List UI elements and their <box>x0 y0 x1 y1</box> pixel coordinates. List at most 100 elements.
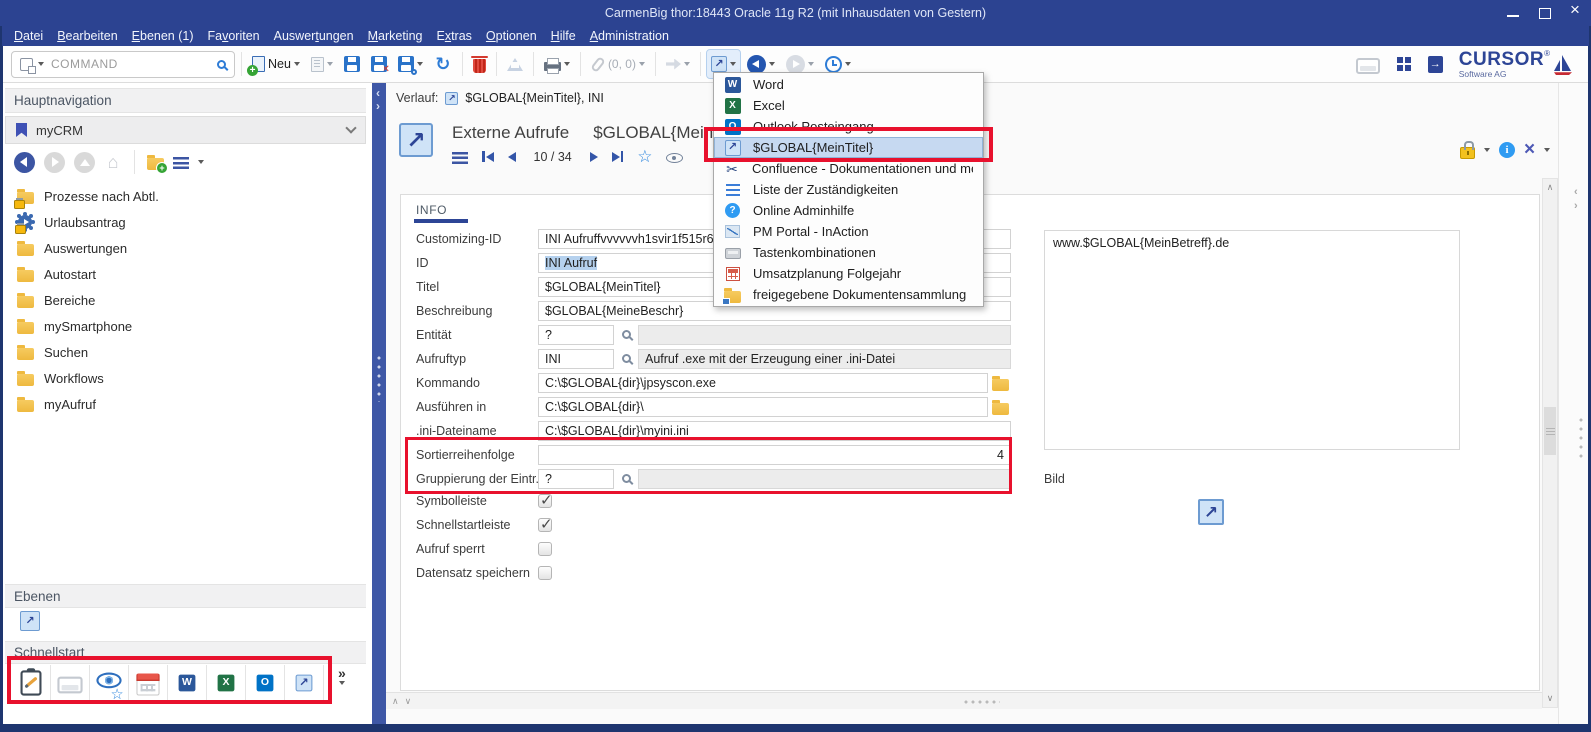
quickstart-button[interactable] <box>90 665 129 701</box>
horizontal-grip[interactable] <box>964 700 1000 704</box>
checkbox[interactable] <box>538 518 552 532</box>
chevron-down-icon[interactable] <box>684 62 690 66</box>
command-box[interactable] <box>11 51 235 78</box>
inbox-tray-icon[interactable] <box>1356 58 1380 74</box>
copy-button[interactable] <box>307 50 337 78</box>
right-splitter[interactable]: ‹ › <box>1558 83 1588 724</box>
bild-image[interactable] <box>1171 479 1251 545</box>
tab-info[interactable]: INFO <box>416 203 447 217</box>
vertical-scrollbar[interactable]: ∧ ∨ <box>1542 178 1558 708</box>
quickstart-button[interactable] <box>246 665 285 701</box>
save-search-button[interactable] <box>394 50 427 78</box>
scroll-up-arrow[interactable]: ∧ <box>1543 182 1557 193</box>
quickstart-button[interactable] <box>207 665 246 701</box>
tree-item[interactable]: Auswertungen <box>10 235 360 261</box>
tree-item[interactable]: Autostart <box>10 261 360 287</box>
browse-folder-button[interactable] <box>992 399 1009 415</box>
info-icon[interactable] <box>1499 142 1515 158</box>
new-folder-icon[interactable] <box>147 158 164 170</box>
chevron-down-icon[interactable] <box>345 122 356 133</box>
logout-icon[interactable] <box>1428 56 1443 73</box>
close-button[interactable] <box>1571 7 1583 19</box>
chevron-down-icon[interactable] <box>808 62 814 66</box>
menu-entry[interactable]: PM Portal - InAction <box>714 221 983 242</box>
delete-button[interactable] <box>469 50 490 78</box>
save-close-button[interactable]: ✕ <box>367 50 391 78</box>
chevron-down-icon[interactable] <box>294 62 300 66</box>
tree-item[interactable]: Suchen <box>10 339 360 365</box>
scrollbar-thumb[interactable] <box>1544 407 1556 455</box>
collapse-left-icon[interactable]: ‹ <box>376 87 380 99</box>
sidebar-splitter[interactable]: ‹ › <box>372 83 386 724</box>
chevron-down-icon[interactable] <box>1484 148 1490 152</box>
chevron-down-icon[interactable] <box>417 62 423 66</box>
lookup-button[interactable] <box>614 325 638 345</box>
next-record-button[interactable] <box>590 152 598 162</box>
menu-item[interactable]: Extras <box>429 29 478 43</box>
expand-right-icon[interactable]: › <box>1574 200 1578 212</box>
ebenen-item[interactable] <box>20 611 40 631</box>
sortierreihenfolge-field[interactable] <box>538 445 1011 465</box>
first-record-button[interactable] <box>482 151 494 162</box>
lock-icon[interactable] <box>1460 147 1475 159</box>
record-menu-icon[interactable] <box>452 152 468 164</box>
collapse-up-icon[interactable]: ∧ <box>392 696 399 707</box>
ini-dateiname-field[interactable] <box>538 421 1011 441</box>
menu-item[interactable]: Bearbeiten <box>50 29 124 43</box>
menu-entry[interactable]: Excel <box>714 95 983 116</box>
tree-item[interactable]: Bereiche <box>10 287 360 313</box>
quickstart-button[interactable] <box>51 665 90 701</box>
tree-item[interactable]: myAufruf <box>10 391 360 417</box>
save-button[interactable] <box>340 50 364 78</box>
chevron-down-icon[interactable] <box>564 62 570 66</box>
menu-entry[interactable]: Outlook Posteingang <box>714 116 983 137</box>
quickstart-button[interactable] <box>12 665 51 701</box>
quickstart-button[interactable] <box>285 665 324 701</box>
favorite-star-icon[interactable]: ☆ <box>637 148 652 165</box>
menu-item[interactable]: Optionen <box>479 29 544 43</box>
sidebar-group-mycrm[interactable]: myCRM <box>5 116 366 144</box>
quickstart-overflow-button[interactable]: » <box>338 668 346 685</box>
menu-item[interactable]: Ebenen (1) <box>125 29 201 43</box>
nav-up-button[interactable] <box>74 152 95 173</box>
chevron-down-icon[interactable] <box>38 62 44 66</box>
menu-entry[interactable]: Tastenkombinationen <box>714 242 983 263</box>
gruppierung-field[interactable] <box>538 469 614 489</box>
kommando-field[interactable] <box>538 373 988 393</box>
lookup-button[interactable] <box>614 469 638 489</box>
refresh-button[interactable] <box>430 50 456 78</box>
chevron-down-icon[interactable] <box>198 160 204 164</box>
entitaet-field[interactable] <box>538 325 614 345</box>
menu-entry[interactable]: Confluence - Dokumentationen und mehr... <box>714 158 983 179</box>
history-value[interactable]: $GLOBAL{MeinTitel}, INI <box>465 91 604 105</box>
tree-item[interactable]: mySmartphone <box>10 313 360 339</box>
menu-item[interactable]: Auswertungen <box>267 29 361 43</box>
chevron-down-icon[interactable] <box>845 62 851 66</box>
hamburger-menu-icon[interactable] <box>173 157 189 169</box>
nav-forward-button[interactable] <box>44 152 65 173</box>
url-textarea[interactable]: www.$GLOBAL{MeinBetreff}.de <box>1044 230 1460 450</box>
watch-eye-icon[interactable] <box>666 153 683 163</box>
menu-item[interactable]: Marketing <box>361 29 430 43</box>
forward-record-button[interactable] <box>662 50 694 78</box>
menu-entry[interactable]: Umsatzplanung Folgejahr <box>714 263 983 284</box>
scroll-down-arrow[interactable]: ∨ <box>1543 693 1557 704</box>
maximize-button[interactable] <box>1539 7 1551 19</box>
aufruftyp-field[interactable] <box>538 349 614 369</box>
menu-entry[interactable]: Online Adminhilfe <box>714 200 983 221</box>
checkbox[interactable] <box>538 542 552 556</box>
lookup-button[interactable] <box>614 349 638 369</box>
home-icon[interactable] <box>104 153 122 171</box>
search-icon[interactable] <box>217 60 226 69</box>
previous-record-button[interactable] <box>508 152 516 162</box>
minimize-button[interactable] <box>1507 7 1519 19</box>
menu-entry[interactable]: $GLOBAL{MeinTitel} <box>714 137 983 158</box>
menu-item[interactable]: Favoriten <box>201 29 267 43</box>
collapse-down-icon[interactable]: ∨ <box>405 696 412 707</box>
menu-item[interactable]: Administration <box>583 29 676 43</box>
splitter-grip[interactable] <box>377 356 381 402</box>
attachments-button[interactable]: (0, 0) <box>587 50 649 78</box>
expand-right-icon[interactable]: › <box>376 100 380 112</box>
tree-item[interactable]: Urlaubsantrag <box>10 209 360 235</box>
splitter-grip[interactable] <box>1579 418 1583 458</box>
